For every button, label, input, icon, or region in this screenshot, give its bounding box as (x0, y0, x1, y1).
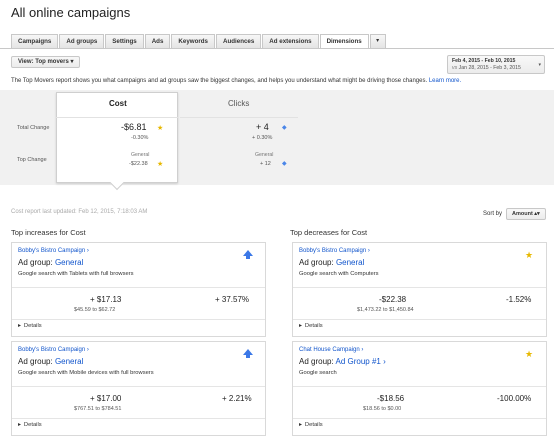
sort-label: Sort by (483, 211, 503, 217)
segment-description: Google search (299, 370, 337, 376)
diamond-icon: ◆ (282, 125, 287, 131)
campaign-link[interactable]: Bobby's Bistro Campaign › (18, 248, 89, 254)
star-icon: ★ (525, 349, 534, 359)
date-range-secondary: Jan 28, 2015 - Feb 3, 2015 (458, 64, 521, 71)
ad-group-link[interactable]: General (336, 258, 364, 267)
summary-col-cost: Cost (109, 99, 127, 108)
mover-card: Bobby's Bistro Campaign › Ad group: Gene… (11, 341, 266, 436)
mover-card: Bobby's Bistro Campaign › Ad group: Gene… (11, 242, 266, 337)
clicks-top-change-label: General (255, 152, 274, 158)
details-toggle[interactable]: Details (18, 323, 42, 329)
cost-total-change-pct: -0.30% (131, 135, 149, 141)
card-divider (12, 287, 265, 288)
tab-settings[interactable]: Settings (105, 34, 144, 48)
cost-top-change-label: General (131, 152, 150, 158)
tab-audiences[interactable]: Audiences (216, 34, 262, 48)
top-change-label: Top Change (17, 157, 47, 163)
card-divider (293, 418, 546, 419)
summary-col-clicks[interactable]: Clicks (228, 99, 249, 108)
arrow-up-icon (243, 250, 253, 259)
learn-more-link[interactable]: Learn more. (429, 78, 461, 84)
info-text: The Top Movers report shows you what cam… (11, 78, 428, 84)
segment-description: Google search with Tablets with full bro… (18, 271, 134, 277)
star-icon: ★ (525, 250, 534, 260)
tab-ads[interactable]: Ads (144, 34, 171, 48)
diamond-icon: ◆ (282, 161, 287, 167)
increases-title: Top increases for Cost (11, 228, 86, 237)
cost-total-change: -$6.81 (121, 122, 147, 132)
ad-group-prefix: Ad group: (18, 357, 53, 366)
cost-top-change-value: -$22.38 (129, 161, 148, 167)
card-divider (12, 319, 265, 320)
change-percent: + 37.57% (215, 295, 250, 304)
card-divider (293, 287, 546, 288)
tab-more-dropdown[interactable]: ▾ (369, 34, 386, 48)
change-range: $1,473.22 to $1,450.84 (357, 307, 414, 313)
ad-group-link[interactable]: General (55, 258, 83, 267)
campaign-link[interactable]: Bobby's Bistro Campaign › (299, 248, 370, 254)
change-value: + $17.00 (90, 394, 122, 403)
card-divider (12, 386, 265, 387)
card-divider (12, 418, 265, 419)
summary-divider (56, 117, 178, 118)
segment-description: Google search with Computers (299, 271, 379, 277)
mover-card: Chat House Campaign › Ad group: Ad Group… (292, 341, 547, 436)
last-updated-text: Cost report last updated: Feb 12, 2015, … (11, 209, 148, 215)
tab-dimensions[interactable]: Dimensions (319, 34, 369, 49)
date-range-vs: vs (452, 64, 458, 71)
star-icon: ★ (157, 161, 164, 168)
change-percent: -1.52% (506, 295, 532, 304)
summary-divider (180, 117, 298, 118)
details-toggle[interactable]: Details (299, 422, 323, 428)
tab-campaigns[interactable]: Campaigns (11, 34, 59, 48)
date-range-picker[interactable]: Feb 4, 2015 - Feb 10, 2015 vs Jan 28, 20… (447, 55, 545, 74)
change-value: + $17.13 (90, 295, 122, 304)
details-toggle[interactable]: Details (18, 422, 42, 428)
chevron-down-icon: ▾ (538, 62, 541, 68)
star-icon: ★ (157, 125, 164, 132)
segment-description: Google search with Mobile devices with f… (18, 370, 154, 376)
sort-dropdown[interactable]: Amount ▴▾ (506, 208, 546, 220)
ad-group-link[interactable]: Ad Group #1 › (335, 357, 385, 366)
clicks-total-change: + 4 (256, 122, 269, 132)
change-range: $767.51 to $784.51 (74, 406, 122, 412)
page-title: All online campaigns (11, 5, 131, 20)
clicks-top-change-value: + 12 (260, 161, 271, 167)
card-pointer (109, 175, 125, 191)
mover-card: Bobby's Bistro Campaign › Ad group: Gene… (292, 242, 547, 337)
tab-keywords[interactable]: Keywords (171, 34, 215, 48)
ad-group-link[interactable]: General (55, 357, 83, 366)
card-divider (293, 319, 546, 320)
total-change-label: Total Change (17, 125, 50, 131)
tab-ad-extensions[interactable]: Ad extensions (262, 34, 319, 48)
change-value: -$22.38 (379, 295, 407, 304)
ad-group-prefix: Ad group: (299, 357, 334, 366)
arrow-up-icon (243, 349, 253, 358)
ad-group-prefix: Ad group: (299, 258, 334, 267)
change-value: -$18.56 (377, 394, 405, 403)
change-percent: + 2.21% (222, 394, 252, 403)
details-toggle[interactable]: Details (299, 323, 323, 329)
tab-ad-groups[interactable]: Ad groups (59, 34, 105, 48)
tab-bar: Campaigns Ad groups Settings Ads Keyword… (11, 34, 387, 49)
campaign-link[interactable]: Chat House Campaign › (299, 347, 363, 353)
ad-group-prefix: Ad group: (18, 258, 53, 267)
info-text-row: The Top Movers report shows you what cam… (11, 78, 461, 84)
change-range: $45.59 to $62.72 (74, 307, 116, 313)
campaign-link[interactable]: Bobby's Bistro Campaign › (18, 347, 89, 353)
card-divider (293, 386, 546, 387)
change-range: $18.56 to $0.00 (363, 406, 402, 412)
tab-divider (0, 48, 554, 49)
view-dropdown-button[interactable]: View: Top movers ▾ (11, 56, 81, 68)
change-percent: -100.00% (497, 394, 532, 403)
date-range-primary: Feb 4, 2015 - Feb 10, 2015 (452, 58, 516, 64)
decreases-title: Top decreases for Cost (290, 228, 368, 237)
clicks-total-change-pct: + 0.30% (252, 135, 273, 141)
